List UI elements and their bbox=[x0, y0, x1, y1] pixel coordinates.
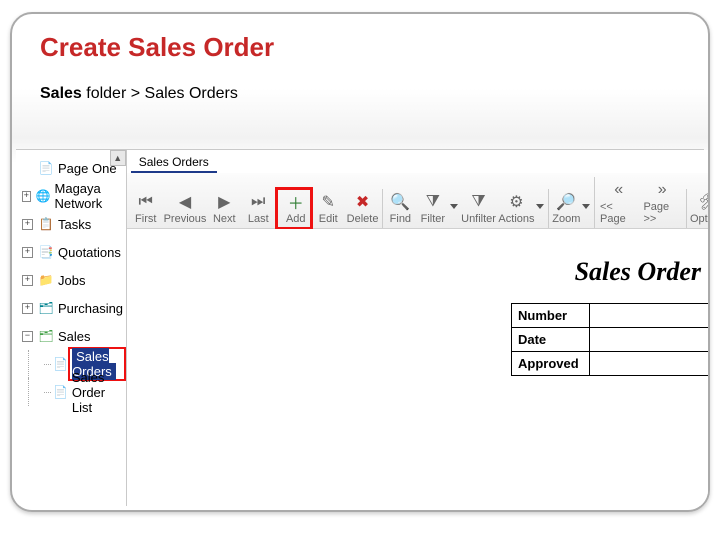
toolbar: ⏮First◀Previous▶Next⏭Last＋Add✎Edit✖Delet… bbox=[127, 173, 710, 229]
field-label: Approved bbox=[511, 352, 589, 376]
add-icon: ＋ bbox=[285, 191, 307, 213]
zoom-icon: 🔎 bbox=[555, 191, 577, 213]
edit-button[interactable]: ✎Edit bbox=[311, 189, 345, 228]
last-icon: ⏭ bbox=[247, 191, 269, 213]
filter-dropdown-icon[interactable] bbox=[450, 204, 458, 209]
toolbar-button-label: Add bbox=[286, 213, 306, 225]
toolbar-button-label: Options bbox=[690, 213, 710, 225]
edit-icon: ✎ bbox=[317, 191, 339, 213]
breadcrumb-rest: folder > Sales Orders bbox=[82, 85, 238, 102]
tree-item-page-one[interactable]: 📄 Page One bbox=[16, 154, 126, 182]
tree-item-sales-order-list[interactable]: 📄Sales Order List bbox=[16, 378, 126, 406]
toolbar-button-label: << Page bbox=[600, 201, 637, 225]
field-row-approved: Approved bbox=[511, 352, 710, 376]
unfilter-icon: ⧩ bbox=[468, 191, 490, 213]
previous-button[interactable]: ◀Previous bbox=[163, 189, 208, 228]
document-preview: Sales Order NumberDateApproved bbox=[127, 229, 710, 506]
tree-item-label: Tasks bbox=[58, 217, 91, 232]
tree-item-label: Jobs bbox=[58, 273, 85, 288]
tree-item-label: Page One bbox=[58, 161, 117, 176]
tree-item-icon: 🌐 bbox=[36, 188, 51, 204]
delete-button[interactable]: ✖Delete bbox=[345, 189, 380, 228]
slide-title: Create Sales Order bbox=[12, 14, 708, 63]
tree-expand-icon[interactable]: + bbox=[22, 303, 33, 314]
tree-item-label: Purchasing bbox=[58, 301, 123, 316]
toolbar-button-label: Delete bbox=[347, 213, 379, 225]
tree-expand-icon[interactable]: + bbox=[22, 219, 33, 230]
toolbar-button-label: First bbox=[135, 213, 156, 225]
unfilter-button[interactable]: ⧩Unfilter bbox=[460, 189, 497, 228]
field-label: Date bbox=[511, 328, 589, 352]
find-button[interactable]: 🔍Find bbox=[382, 189, 416, 228]
previous-icon: ◀ bbox=[174, 191, 196, 213]
find-icon: 🔍 bbox=[389, 191, 411, 213]
field-row-number: Number bbox=[511, 304, 710, 328]
tree-item-icon: 🗂 bbox=[38, 328, 54, 344]
filter-button[interactable]: ⧩Filter bbox=[416, 189, 450, 228]
tree-item-magaya-network[interactable]: + 🌐Magaya Network bbox=[16, 182, 126, 210]
tree-item-label: Quotations bbox=[58, 245, 121, 260]
delete-icon: ✖ bbox=[352, 191, 374, 213]
toolbar-button-label: Next bbox=[213, 213, 236, 225]
toolbar-button-label: Filter bbox=[421, 213, 445, 225]
next-icon: ▶ bbox=[213, 191, 235, 213]
filter-icon: ⧩ bbox=[422, 191, 444, 213]
toolbar-button-label: Actions bbox=[498, 213, 534, 225]
tree-item-jobs[interactable]: + 📁 Jobs bbox=[16, 266, 126, 294]
add-button[interactable]: ＋Add bbox=[277, 189, 311, 228]
tree-item-tasks[interactable]: + 📋 Tasks bbox=[16, 210, 126, 238]
toolbar-button-label: Find bbox=[390, 213, 411, 225]
tree-item-icon: 📄 bbox=[38, 160, 54, 176]
toolbar-button-label: Page >> bbox=[643, 201, 680, 225]
tree-item-sales[interactable]: −🗂 Sales bbox=[16, 322, 126, 350]
toolbar-button-label: Previous bbox=[164, 213, 207, 225]
field-label: Number bbox=[511, 304, 589, 328]
document-field-table: NumberDateApproved bbox=[511, 303, 710, 376]
next-button[interactable]: ▶Next bbox=[207, 189, 241, 228]
breadcrumb: Sales folder > Sales Orders bbox=[12, 63, 708, 111]
actions-button[interactable]: ⚙Actions bbox=[497, 189, 535, 228]
page-next-button[interactable]: »Page >> bbox=[640, 177, 683, 228]
tree-expand-icon[interactable]: + bbox=[22, 191, 31, 202]
page-prev-button[interactable]: «<< Page bbox=[594, 177, 640, 228]
tree-expand-icon[interactable]: + bbox=[22, 247, 33, 258]
toolbar-button-label: Zoom bbox=[552, 213, 580, 225]
page-prev-icon: « bbox=[608, 179, 630, 201]
page-next-icon: » bbox=[651, 179, 673, 201]
breadcrumb-bold: Sales bbox=[40, 85, 82, 102]
tab-sales-orders[interactable]: Sales Orders bbox=[131, 152, 217, 173]
tree-item-icon: 📋 bbox=[38, 216, 54, 232]
tree-item-label: Sales Order List bbox=[72, 370, 126, 415]
first-button[interactable]: ⏮First bbox=[129, 189, 163, 228]
field-value bbox=[589, 304, 710, 328]
field-row-date: Date bbox=[511, 328, 710, 352]
last-button[interactable]: ⏭Last bbox=[241, 189, 275, 228]
tree-item-icon: 📄 bbox=[53, 356, 68, 372]
tree-item-label: Sales bbox=[58, 329, 91, 344]
zoom-dropdown-icon[interactable] bbox=[582, 204, 590, 209]
tree-expand-icon[interactable]: + bbox=[22, 275, 33, 286]
document-title: Sales Order bbox=[575, 257, 701, 287]
toolbar-button-label: Unfilter bbox=[461, 213, 496, 225]
tree-item-icon: 📑 bbox=[38, 244, 54, 260]
toolbar-button-label: Edit bbox=[319, 213, 338, 225]
actions-dropdown-icon[interactable] bbox=[536, 204, 544, 209]
field-value bbox=[589, 352, 710, 376]
tree-item-quotations[interactable]: + 📑 Quotations bbox=[16, 238, 126, 266]
toolbar-button-label: Last bbox=[248, 213, 269, 225]
field-value bbox=[589, 328, 710, 352]
zoom-button[interactable]: 🔎Zoom bbox=[548, 189, 582, 228]
options-button[interactable]: 🛠Options bbox=[686, 189, 710, 228]
tree-item-purchasing[interactable]: + 🗂 Purchasing bbox=[16, 294, 126, 322]
tree-item-icon: 📁 bbox=[38, 272, 54, 288]
tree-expand-icon bbox=[22, 163, 33, 174]
tree-item-label: Magaya Network bbox=[55, 181, 126, 211]
first-icon: ⏮ bbox=[135, 191, 157, 213]
options-icon: 🛠 bbox=[698, 191, 710, 213]
nav-tree: ▲ 📄Page One+🌐Magaya Network+📋Tasks+📑Quot… bbox=[16, 150, 127, 506]
tree-expand-icon[interactable]: − bbox=[22, 331, 33, 342]
tree-item-icon: 🗂 bbox=[38, 300, 54, 316]
tree-item-icon: 📄 bbox=[53, 384, 68, 400]
actions-icon: ⚙ bbox=[505, 191, 527, 213]
